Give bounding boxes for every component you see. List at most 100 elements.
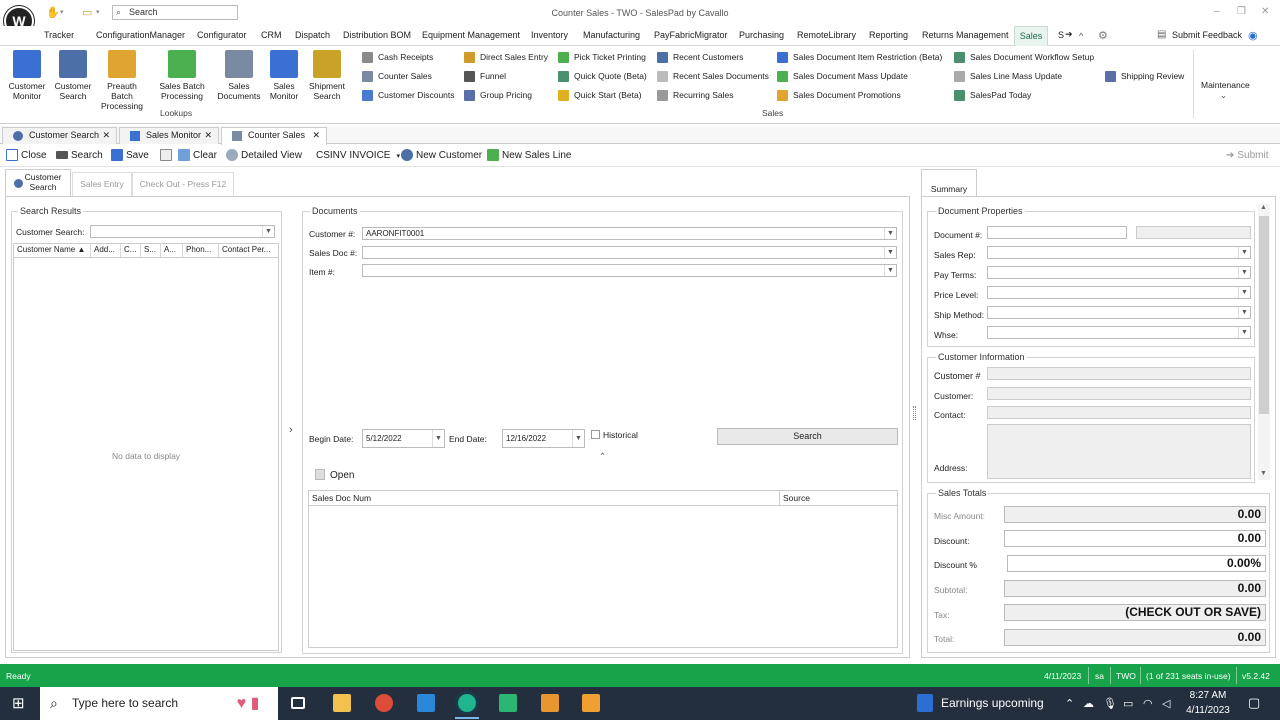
tray-up-icon[interactable]: ⌃ xyxy=(1065,697,1074,710)
submit-feedback-link[interactable]: Submit Feedback xyxy=(1172,30,1242,40)
panel-tab-customer-search[interactable]: Customer Search xyxy=(5,169,71,197)
menu-payfabricmigrator[interactable]: PayFabricMigrator xyxy=(654,30,728,40)
windows-start-icon[interactable]: ⊞ xyxy=(12,696,25,711)
print-button[interactable] xyxy=(160,149,175,162)
menu-configurationmanager[interactable]: ConfigurationManager xyxy=(96,30,185,40)
menu-purchasing[interactable]: Purchasing xyxy=(739,30,784,40)
scroll-down-icon[interactable]: ▼ xyxy=(1260,470,1267,477)
menu-reporting[interactable]: Reporting xyxy=(869,30,908,40)
tab-summary[interactable]: Summary xyxy=(921,169,977,197)
ribbon-customer-monitor-button[interactable]: Customer Monitor xyxy=(4,50,50,101)
ribbon-sales-batch-processing-button[interactable]: Sales Batch Processing xyxy=(159,50,205,101)
panel-tab-sales-entry[interactable]: Sales Entry xyxy=(72,172,132,196)
chevron-down-icon[interactable]: ▼ xyxy=(1238,307,1250,318)
ribbon-recent-customers-button[interactable]: Recent Customers xyxy=(657,51,743,64)
ribbon-sales-documents-button[interactable]: Sales Documents xyxy=(216,50,262,101)
taskbar-barcode-icon[interactable] xyxy=(499,694,517,712)
pay-terms-select[interactable]: ▼ xyxy=(987,266,1251,279)
scroll-up-icon[interactable]: ▲ xyxy=(1260,204,1267,211)
detailed-view-button[interactable]: Detailed View xyxy=(226,149,302,162)
chevron-down-icon[interactable]: ▼ xyxy=(1238,247,1250,258)
notification-icon[interactable]: ▢ xyxy=(1248,695,1260,711)
ribbon-pick-ticket-printing-button[interactable]: Pick Ticket Printing xyxy=(558,51,646,64)
sales-doc-input[interactable]: ▼ xyxy=(362,246,897,259)
chevron-down-icon[interactable]: ▼ xyxy=(884,228,896,239)
chevron-down-icon[interactable]: ▼ xyxy=(432,430,444,447)
new-customer-button[interactable]: New Customer xyxy=(401,149,482,162)
maximize-button[interactable]: ❐ xyxy=(1237,6,1246,17)
ribbon-sales-document-mass-update-button[interactable]: Sales Document Mass Update xyxy=(777,70,908,83)
ribbon-preauth-batch-processing-button[interactable]: Preauth Batch Processing xyxy=(99,50,145,111)
collapse-icon[interactable]: ⌃ xyxy=(599,451,606,462)
ribbon-cash-receipts-button[interactable]: Cash Receipts xyxy=(362,51,433,64)
close-window-button[interactable]: ✕ xyxy=(1261,6,1269,17)
discount-input[interactable]: 0.00 xyxy=(1004,530,1266,547)
clear-button[interactable]: Clear xyxy=(178,149,217,162)
news-text[interactable]: Earnings upcoming xyxy=(941,696,1044,710)
battery-icon[interactable]: ▭ xyxy=(1123,697,1133,710)
col-a[interactable]: A... xyxy=(161,243,183,257)
discount-percent-input[interactable]: 0.00% xyxy=(1007,555,1266,572)
menu-equipment-management[interactable]: Equipment Management xyxy=(422,30,520,40)
whse-select[interactable]: ▼ xyxy=(987,326,1251,339)
cloud-icon[interactable]: ☁ xyxy=(1083,697,1094,710)
ribbon-quick-quote-beta-button[interactable]: Quick Quote (Beta) xyxy=(558,70,647,83)
save-button[interactable]: Save xyxy=(111,149,149,162)
close-icon[interactable]: ✕ xyxy=(102,128,110,143)
menu-overflow[interactable]: S xyxy=(1058,30,1064,40)
ribbon-customer-search-button[interactable]: Customer Search xyxy=(50,50,96,101)
wifi-icon[interactable]: ◠ xyxy=(1143,697,1153,710)
news-icon[interactable] xyxy=(917,694,933,712)
ribbon-sales-document-workflow-setup-button[interactable]: Sales Document Workflow Setup xyxy=(954,51,1094,64)
menu-dispatch[interactable]: Dispatch xyxy=(295,30,330,40)
col-source[interactable]: Source xyxy=(780,491,897,506)
price-level-select[interactable]: ▼ xyxy=(987,286,1251,299)
tab-customer-search[interactable]: Customer Search ✕ xyxy=(2,127,117,144)
col-phone[interactable]: Phon... xyxy=(183,243,219,257)
col-contact-person[interactable]: Contact Per... xyxy=(219,243,279,257)
menu-sales[interactable]: Sales xyxy=(1014,26,1048,46)
help-icon[interactable]: ◉ xyxy=(1248,29,1258,42)
historical-checkbox[interactable] xyxy=(591,430,600,439)
taskbar-chrome-icon[interactable] xyxy=(375,694,393,712)
chevron-down-icon[interactable]: ▼ xyxy=(1238,327,1250,338)
taskbar-truck-icon[interactable] xyxy=(541,694,559,712)
col-state[interactable]: S... xyxy=(141,243,161,257)
col-customer-name[interactable]: Customer Name ▲ xyxy=(14,243,91,257)
col-city[interactable]: C... xyxy=(121,243,141,257)
customer-search-input[interactable]: ▼ xyxy=(90,225,275,238)
ribbon-recurring-sales-button[interactable]: Recurring Sales xyxy=(657,89,733,102)
taskbar-notes-icon[interactable] xyxy=(582,694,600,712)
ribbon-shipment-search-button[interactable]: Shipment Search xyxy=(304,50,350,101)
ribbon-salespad-today-button[interactable]: SalesPad Today xyxy=(954,89,1031,102)
expand-arrow-icon[interactable]: › xyxy=(289,424,293,436)
ribbon-counter-sales-button[interactable]: Counter Sales xyxy=(362,70,432,83)
col-address[interactable]: Add... xyxy=(91,243,121,257)
menu-returns-management[interactable]: Returns Management xyxy=(922,30,1009,40)
chevron-down-icon[interactable]: ▼ xyxy=(1238,287,1250,298)
document-number-input[interactable] xyxy=(987,226,1127,239)
menu-configurator[interactable]: Configurator xyxy=(197,30,247,40)
volume-icon[interactable]: ◁ xyxy=(1162,697,1170,710)
gear-icon[interactable]: ⚙ xyxy=(1098,29,1108,42)
menu-crm[interactable]: CRM xyxy=(261,30,282,40)
chevron-down-icon[interactable]: ⌄ xyxy=(1220,89,1227,101)
menu-manufacturing[interactable]: Manufacturing xyxy=(583,30,640,40)
close-icon[interactable]: ✕ xyxy=(204,128,212,143)
new-sales-line-button[interactable]: New Sales Line xyxy=(487,149,571,162)
ribbon-shipping-review-button[interactable]: Shipping Review xyxy=(1105,70,1184,83)
tab-counter-sales[interactable]: Counter Sales ✕ xyxy=(221,127,327,145)
menu-tracker[interactable]: Tracker xyxy=(44,30,74,40)
ship-method-select[interactable]: ▼ xyxy=(987,306,1251,319)
taskbar-salespad-icon[interactable] xyxy=(458,694,476,712)
close-icon[interactable]: ✕ xyxy=(312,128,320,143)
close-button[interactable]: Close xyxy=(6,149,47,162)
menu-inventory[interactable]: Inventory xyxy=(531,30,568,40)
mic-icon[interactable]: 🎙 xyxy=(1103,697,1117,710)
collapse-ribbon-icon[interactable]: ^ xyxy=(1079,31,1083,41)
minimize-button[interactable]: – xyxy=(1214,6,1220,17)
clock-date[interactable]: 4/11/2023 xyxy=(1184,705,1232,716)
ribbon-sales-line-mass-update-button[interactable]: Sales Line Mass Update xyxy=(954,70,1062,83)
taskbar-chart-icon[interactable] xyxy=(417,694,435,712)
taskbar-task-view-icon[interactable] xyxy=(291,697,305,709)
